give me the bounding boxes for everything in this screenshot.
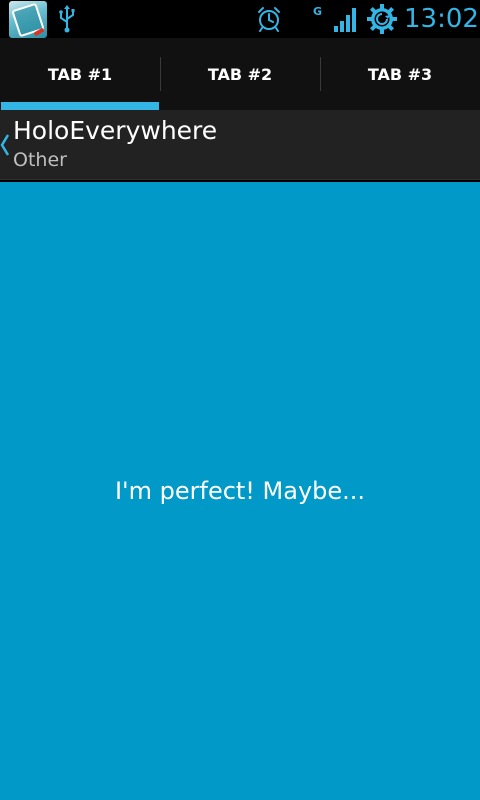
content-panel: I'm perfect! Maybe...: [0, 182, 480, 800]
alarm-icon: [258, 7, 280, 32]
action-bar-subtitle: Other: [13, 149, 67, 171]
content-message: I'm perfect! Maybe...: [114, 477, 366, 505]
tab-2[interactable]: TAB #2: [160, 38, 320, 110]
signal-icon: [334, 8, 356, 32]
action-bar-title: HoloEverywhere: [13, 116, 218, 145]
status-bar[interactable]: G 13:02: [0, 0, 480, 38]
tab-divider: [160, 57, 161, 91]
tab-1-label: TAB #1: [47, 64, 113, 84]
tab-3-label: TAB #3: [367, 64, 433, 84]
sync-icon: [367, 4, 397, 34]
usb-icon: [59, 5, 75, 33]
up-caret-icon: [0, 134, 10, 156]
tab-3[interactable]: TAB #3: [320, 38, 480, 110]
status-clock: 13:02: [404, 4, 479, 34]
tab-1[interactable]: TAB #1: [0, 38, 160, 110]
tab-2-label: TAB #2: [207, 64, 273, 84]
network-type-label: G: [313, 5, 323, 18]
app-notification-icon: [9, 1, 47, 38]
tab-bar: TAB #1 TAB #2 TAB #3: [0, 38, 480, 110]
tab-divider: [320, 57, 321, 91]
action-bar-home-up[interactable]: HoloEverywhere Other: [0, 110, 480, 180]
